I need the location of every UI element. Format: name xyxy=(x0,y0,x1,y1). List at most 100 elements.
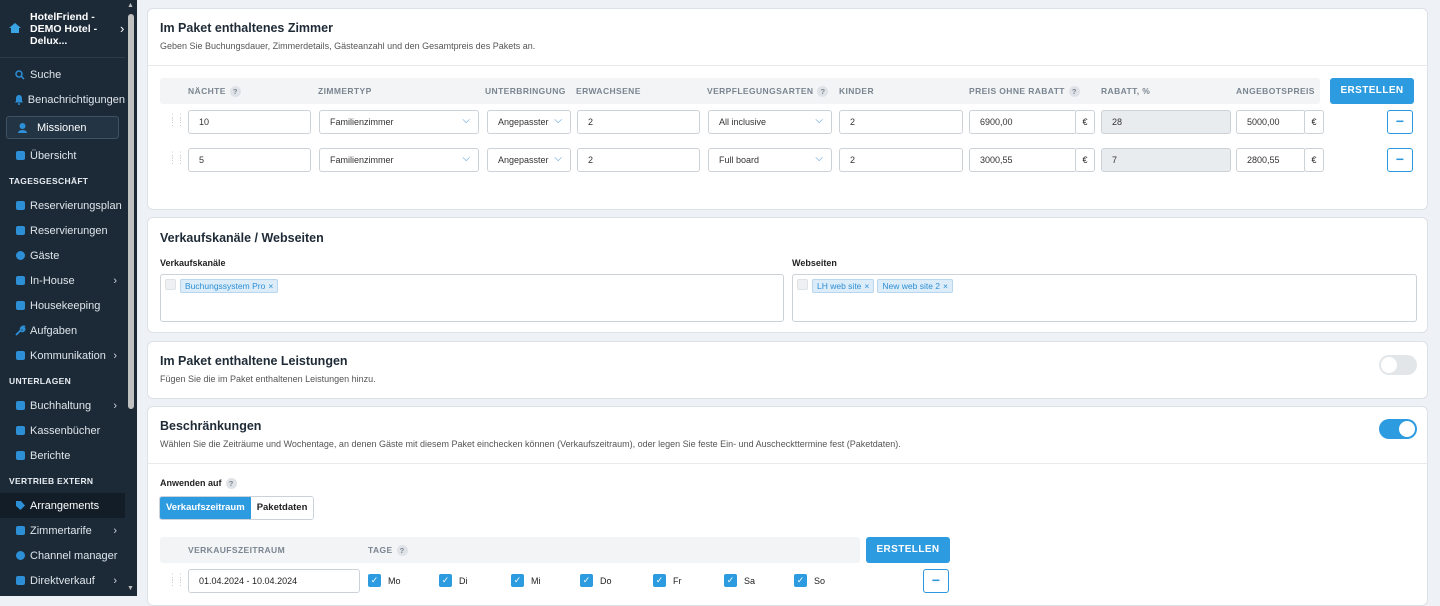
day-checkbox-do[interactable]: ✓ Do xyxy=(580,574,612,587)
remove-row-button[interactable]: − xyxy=(1387,148,1413,172)
scroll-up-icon[interactable]: ▲ xyxy=(127,2,134,9)
day-checkbox-mo[interactable]: ✓ Mo xyxy=(368,574,401,587)
calendar-icon xyxy=(10,201,30,210)
sales-channels-select[interactable]: Buchungssystem Pro × xyxy=(160,274,784,322)
sidebar-item-arrangements[interactable]: Arrangements xyxy=(0,493,125,518)
day-checkbox-di[interactable]: ✓ Di xyxy=(439,574,468,587)
toggle-knob xyxy=(1381,357,1397,373)
day-checkbox-so[interactable]: ✓ So xyxy=(794,574,825,587)
remove-period-button[interactable]: − xyxy=(923,569,949,593)
sidebar-item-suche[interactable]: Suche xyxy=(0,62,125,87)
sidebar-scrollbar[interactable]: ▲ ▼ xyxy=(125,0,137,596)
tab-paketdaten[interactable]: Paketdaten xyxy=(250,497,314,519)
sidebar-item-label: Housekeeping xyxy=(30,299,101,312)
check-icon: ✓ xyxy=(511,574,524,587)
meal-select[interactable]: All inclusive xyxy=(708,110,832,134)
children-input[interactable]: 2 xyxy=(839,110,963,134)
sidebar-item-label: Kommunikation xyxy=(30,349,106,362)
sidebar-item-label: Arrangements xyxy=(30,499,100,512)
meal-select[interactable]: Full board xyxy=(708,148,832,172)
tag-remove-icon[interactable]: × xyxy=(864,281,869,291)
chevron-right-icon: › xyxy=(113,574,117,587)
select-all-checkbox[interactable] xyxy=(165,279,176,290)
help-icon[interactable]: ? xyxy=(1068,86,1080,98)
price-input[interactable]: 6900,00 xyxy=(969,110,1077,134)
nights-input[interactable]: 5 xyxy=(188,148,311,172)
tag-remove-icon[interactable]: × xyxy=(943,281,948,291)
reports-icon xyxy=(10,451,30,460)
main-content: Im Paket enthaltenes Zimmer Geben Sie Bu… xyxy=(137,0,1440,606)
currency-label: € xyxy=(1304,148,1324,172)
adults-input[interactable]: 2 xyxy=(577,110,700,134)
bell-icon xyxy=(10,94,28,105)
tag-new-web-site-2[interactable]: New web site 2 × xyxy=(877,279,953,293)
accommodation-select[interactable]: Angepasster xyxy=(487,110,571,134)
sidebar-item-benachrichtigungen[interactable]: Benachrichtigungen xyxy=(0,87,125,112)
sidebar-item-label: In-House xyxy=(30,274,75,287)
websites-label: Webseiten xyxy=(792,258,837,268)
check-icon: ✓ xyxy=(794,574,807,587)
room-type-select[interactable]: Familienzimmer xyxy=(319,110,479,134)
create-period-button[interactable]: ERSTELLEN xyxy=(866,537,950,563)
hotel-switcher[interactable]: HotelFriend - DEMO Hotel - Delux... › xyxy=(0,0,125,58)
sidebar-item-missionen[interactable]: Missionen xyxy=(6,116,119,139)
tag-buchungssystem-pro[interactable]: Buchungssystem Pro × xyxy=(180,279,279,293)
tab-verkaufszeitraum[interactable]: Verkaufszeitraum xyxy=(160,497,251,519)
remove-row-button[interactable]: − xyxy=(1387,110,1413,134)
sidebar-item-inhouse[interactable]: In-House › xyxy=(0,268,125,293)
help-icon[interactable]: ? xyxy=(817,86,829,98)
discount-input: 28 xyxy=(1101,110,1231,134)
services-subtitle: Fügen Sie die im Paket enthaltenen Leist… xyxy=(160,374,376,384)
offer-price-input[interactable]: 2800,55 xyxy=(1236,148,1306,172)
scrollbar-thumb[interactable] xyxy=(128,14,134,409)
sidebar-item-buchhaltung[interactable]: Buchhaltung › xyxy=(0,393,125,418)
sidebar-item-zimmertarife[interactable]: Zimmertarife › xyxy=(0,518,125,543)
services-title: Im Paket enthaltene Leistungen xyxy=(160,354,348,368)
day-checkbox-mi[interactable]: ✓ Mi xyxy=(511,574,541,587)
sidebar-item-channel-manager[interactable]: Channel manager xyxy=(0,543,125,568)
tag-lh-web-site[interactable]: LH web site × xyxy=(812,279,875,293)
adults-input[interactable]: 2 xyxy=(577,148,700,172)
sidebar-item-kassenbuecher[interactable]: Kassenbücher xyxy=(0,418,125,443)
drag-handle-icon[interactable]: ⋮⋮ ⋮⋮ xyxy=(168,573,185,587)
room-type-select[interactable]: Familienzimmer xyxy=(319,148,479,172)
check-icon: ✓ xyxy=(653,574,666,587)
sidebar-item-reservierungen[interactable]: Reservierungen xyxy=(0,218,125,243)
check-icon: ✓ xyxy=(724,574,737,587)
sidebar-item-gaeste[interactable]: Gäste xyxy=(0,243,125,268)
drag-handle-icon[interactable]: ⋮⋮ ⋮⋮ xyxy=(168,113,185,127)
drag-handle-icon[interactable]: ⋮⋮ ⋮⋮ xyxy=(168,151,185,165)
price-input[interactable]: 3000,55 xyxy=(969,148,1077,172)
sidebar-section-unterlagen: UNTERLAGEN xyxy=(9,375,72,386)
select-all-checkbox[interactable] xyxy=(797,279,808,290)
help-icon[interactable]: ? xyxy=(229,86,241,98)
services-toggle[interactable] xyxy=(1379,355,1417,375)
scroll-down-icon[interactable]: ▼ xyxy=(127,585,134,592)
housekeeping-icon xyxy=(10,301,30,310)
currency-label: € xyxy=(1075,148,1095,172)
sidebar-item-label: Übersicht xyxy=(30,149,77,162)
sidebar-item-kommunikation[interactable]: Kommunikation › xyxy=(0,343,125,368)
sidebar-item-uebersicht[interactable]: Übersicht xyxy=(0,143,125,168)
restrictions-subtitle: Wählen Sie die Zeiträume und Wochentage,… xyxy=(160,439,901,449)
day-checkbox-fr[interactable]: ✓ Fr xyxy=(653,574,682,587)
sidebar: HotelFriend - DEMO Hotel - Delux... › Su… xyxy=(0,0,125,596)
sidebar-item-housekeeping[interactable]: Housekeeping xyxy=(0,293,125,318)
rooms-table-header: NÄCHTE? ZIMMERTYP UNTERBRINGUNG ERWACHSE… xyxy=(160,78,1320,104)
sidebar-item-aufgaben[interactable]: Aufgaben xyxy=(0,318,125,343)
tag-remove-icon[interactable]: × xyxy=(268,281,273,291)
sidebar-item-direktverkauf[interactable]: Direktverkauf › xyxy=(0,568,125,593)
create-room-button[interactable]: ERSTELLEN xyxy=(1330,78,1414,104)
help-icon[interactable]: ? xyxy=(396,545,408,557)
children-input[interactable]: 2 xyxy=(839,148,963,172)
sidebar-item-reservierungsplan[interactable]: Reservierungsplan xyxy=(0,193,125,218)
period-input[interactable]: 01.04.2024 - 10.04.2024 xyxy=(188,569,360,593)
offer-price-input[interactable]: 5000,00 xyxy=(1236,110,1306,134)
help-icon[interactable]: ? xyxy=(225,478,237,490)
websites-select[interactable]: LH web site × New web site 2 × xyxy=(792,274,1417,322)
restrictions-toggle[interactable] xyxy=(1379,419,1417,439)
nights-input[interactable]: 10 xyxy=(188,110,311,134)
sidebar-item-berichte[interactable]: Berichte xyxy=(0,443,125,468)
day-checkbox-sa[interactable]: ✓ Sa xyxy=(724,574,755,587)
accommodation-select[interactable]: Angepasster xyxy=(487,148,571,172)
